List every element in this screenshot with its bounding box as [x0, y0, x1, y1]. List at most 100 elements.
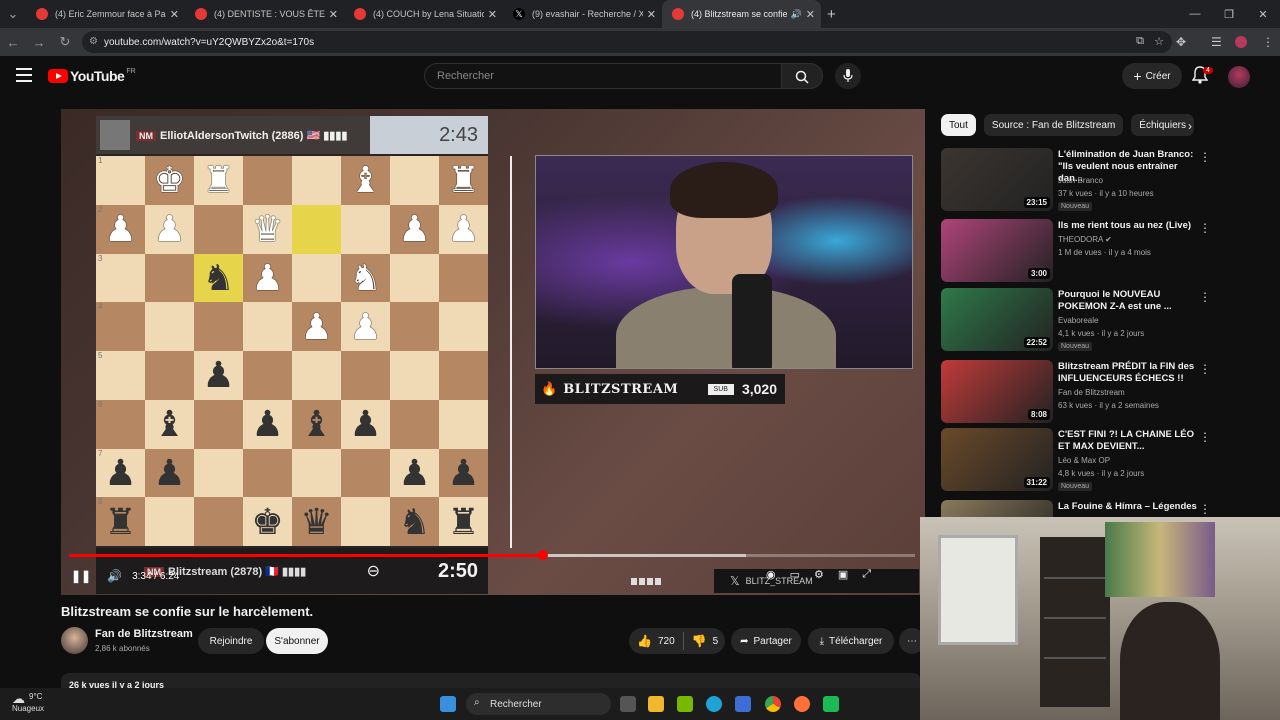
subscribe-button[interactable]: S'abonner: [266, 628, 328, 654]
new-tab-button[interactable]: +: [827, 6, 836, 23]
file-explorer-icon[interactable]: [648, 696, 664, 712]
close-tab-icon[interactable]: ✕: [647, 8, 656, 21]
board-square: [292, 156, 341, 205]
video-thumbnail[interactable]: 3:00: [941, 219, 1053, 282]
browser-menu-icon[interactable]: ⋮: [1262, 28, 1274, 56]
settings-icon[interactable]: ⚙: [814, 568, 824, 581]
scrubber-handle[interactable]: [537, 550, 548, 560]
forward-icon[interactable]: →: [26, 35, 52, 50]
video-title[interactable]: C'EST FINI ?! LA CHAINE LÉO ET MAX DEVIE…: [1058, 429, 1198, 453]
video-title[interactable]: Pourquoi le NOUVEAU POKEMON Z-A est une …: [1058, 289, 1198, 313]
channel-avatar[interactable]: [61, 627, 88, 654]
filter-chip[interactable]: Tout: [941, 114, 976, 136]
more-vertical-icon[interactable]: ⋮: [1199, 502, 1211, 516]
back-icon[interactable]: ←: [0, 35, 26, 50]
miniplayer-icon[interactable]: ▣: [838, 568, 848, 581]
more-vertical-icon[interactable]: ⋮: [1199, 290, 1211, 304]
menu-icon[interactable]: [16, 68, 32, 82]
search-input[interactable]: Rechercher: [424, 63, 782, 89]
share-button[interactable]: ➦ Partager: [731, 628, 801, 654]
video-thumbnail[interactable]: 31:22: [941, 428, 1053, 491]
video-thumbnail[interactable]: 23:15: [941, 148, 1053, 211]
subtitles-icon[interactable]: ▭: [790, 568, 800, 581]
channel-name[interactable]: THEODORA ✔: [1058, 235, 1112, 244]
more-vertical-icon[interactable]: ⋮: [1199, 362, 1211, 376]
profile-icon[interactable]: [1235, 28, 1247, 56]
url-field[interactable]: ⚙ youtube.com/watch?v=uY2QWBYZx2o&t=170s…: [82, 31, 1172, 53]
account-avatar[interactable]: [1228, 66, 1250, 88]
channel-name[interactable]: Fan de Blitzstream: [1058, 388, 1125, 397]
room-window: [938, 535, 1018, 645]
close-tab-icon[interactable]: ✕: [329, 8, 338, 21]
more-vertical-icon[interactable]: ⋮: [1199, 430, 1211, 444]
close-tab-icon[interactable]: ✕: [170, 8, 179, 21]
search-button[interactable]: [781, 63, 823, 89]
join-button[interactable]: Rejoindre: [198, 628, 264, 654]
video-player[interactable]: NM ElliotAldersonTwitch (2886) 🇺🇸 ▮▮▮▮ 2:…: [61, 109, 925, 595]
video-thumbnail[interactable]: 8:08: [941, 360, 1053, 423]
video-title[interactable]: Ils me rient tous au nez (Live): [1058, 220, 1198, 232]
channel-name[interactable]: Evaboreale: [1058, 316, 1098, 325]
fullscreen-icon[interactable]: ⤢: [862, 568, 871, 581]
extensions-icon[interactable]: ✥: [1176, 28, 1186, 56]
download-button[interactable]: ⤓ Télécharger: [808, 628, 894, 654]
chevron-right-icon[interactable]: ›: [1188, 119, 1192, 133]
reading-list-icon[interactable]: ☰: [1211, 28, 1222, 56]
browser-tab[interactable]: 𝕏 (9) evashair - Recherche / X ✕: [503, 0, 662, 28]
filter-chip[interactable]: Échiquiers: [1131, 114, 1194, 136]
channel-name[interactable]: Léo & Max OP: [1058, 456, 1110, 465]
recommended-video[interactable]: 31:22 C'EST FINI ?! LA CHAINE LÉO ET MAX …: [941, 428, 1211, 492]
task-view-icon[interactable]: [620, 696, 636, 712]
more-vertical-icon[interactable]: ⋮: [1199, 150, 1211, 164]
voice-search-button[interactable]: [835, 63, 861, 89]
create-button[interactable]: + Créer: [1122, 63, 1182, 89]
channel-name[interactable]: Fan de Blitzstream: [95, 628, 193, 640]
progress-bar[interactable]: [69, 550, 915, 560]
channel-name[interactable]: Juan Branco: [1058, 176, 1103, 185]
recommended-video[interactable]: 23:15 L'élimination de Juan Branco: "Ils …: [941, 148, 1211, 212]
store-icon[interactable]: [735, 696, 751, 712]
taskbar-search-icon: ⌕: [474, 697, 480, 708]
edge-icon[interactable]: [706, 696, 722, 712]
browser-tab[interactable]: (4) DENTISTE : VOUS ÊTES SAL ✕: [185, 0, 344, 28]
like-button[interactable]: 👍 720: [637, 634, 675, 648]
chrome-icon[interactable]: [765, 696, 781, 712]
browser-tab[interactable]: (4) Eric Zemmour face à Pascal ✕: [26, 0, 185, 28]
recommended-video[interactable]: 8:08 Blitzstream PRÉDIT la FIN des INFLUE…: [941, 360, 1211, 424]
minimize-icon[interactable]: —: [1178, 0, 1212, 28]
site-info-icon[interactable]: ⚙: [89, 36, 98, 47]
video-title[interactable]: Blitzstream PRÉDIT la FIN des INFLUENCEU…: [1058, 361, 1198, 385]
volume-icon[interactable]: 🔊: [107, 569, 122, 583]
taskbar-search[interactable]: ⌕ Rechercher: [466, 693, 611, 715]
browser-tab[interactable]: (4) Blitzstream se confie sur 🔊 ✕: [662, 0, 821, 28]
bookshelf: [1040, 537, 1110, 707]
recommended-video[interactable]: 22:52 Pourquoi le NOUVEAU POKEMON Z-A est…: [941, 288, 1211, 352]
windows-start-icon[interactable]: [440, 696, 456, 712]
rank-label: 1: [98, 156, 103, 165]
dislike-button[interactable]: 👎 5: [692, 634, 719, 648]
youtube-logo[interactable]: YouTube FR: [48, 68, 136, 84]
close-tab-icon[interactable]: ✕: [806, 8, 815, 21]
audio-playing-icon[interactable]: 🔊: [791, 9, 802, 20]
weather-widget[interactable]: ☁ 9°C Nuageux: [12, 692, 44, 714]
video-title[interactable]: La Fouine & Hímra – Légendes: [1058, 501, 1198, 513]
nvidia-icon[interactable]: [677, 696, 693, 712]
tab-search-icon[interactable]: ⌄: [0, 6, 26, 22]
chess-board: 1 ♚ ♜ ♝ ♜ 2 ♟ ♟ ♛ ♟ ♟ 3 ♞ ♟ ♞ 4 ♟ ♟ 5 ♟ 6 ♝ ♟ ♝ ♟ 7 ♟ ♟ ♟ ♟ 8 ♜ ♚ ♛ ♞ ♜: [96, 156, 488, 546]
recommended-video[interactable]: 3:00 Ils me rient tous au nez (Live) THEOD…: [941, 219, 1211, 283]
maximize-icon[interactable]: ❐: [1212, 0, 1246, 28]
filter-chip[interactable]: Source : Fan de Blitzstream: [983, 114, 1124, 136]
close-window-icon[interactable]: ✕: [1246, 0, 1280, 28]
app-icon[interactable]: [823, 696, 839, 712]
board-square: [292, 448, 341, 498]
reload-icon[interactable]: ↻: [52, 34, 78, 50]
browser-tab[interactable]: (4) COUCH by Lena Situations ✕: [344, 0, 503, 28]
more-vertical-icon[interactable]: ⋮: [1199, 221, 1211, 235]
firefox-icon[interactable]: [794, 696, 810, 712]
autoplay-toggle-icon[interactable]: ◉: [766, 568, 776, 581]
pause-icon[interactable]: ❚❚: [71, 569, 91, 583]
bookmark-star-icon[interactable]: ☆: [1154, 35, 1164, 48]
cast-icon[interactable]: ⧉: [1136, 35, 1144, 48]
video-thumbnail[interactable]: 22:52: [941, 288, 1053, 351]
close-tab-icon[interactable]: ✕: [488, 8, 497, 21]
